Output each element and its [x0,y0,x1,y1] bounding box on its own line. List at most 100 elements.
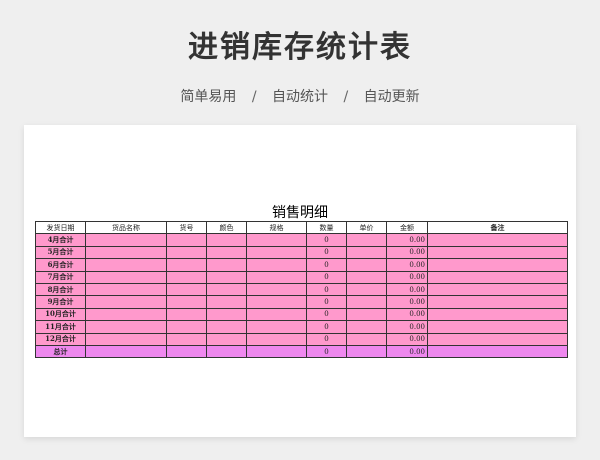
remarks-cell[interactable] [427,332,568,346]
cell[interactable] [346,258,387,272]
remarks-cell[interactable] [427,282,568,297]
cell[interactable] [346,344,387,359]
header-unit-price[interactable]: 单价 [346,220,387,235]
cell[interactable] [246,270,307,284]
cell[interactable] [85,245,167,260]
header-quantity[interactable]: 数量 [306,220,347,235]
row-label-cell[interactable]: 8月合计 [35,282,86,297]
quantity-cell[interactable]: 0 [306,270,347,284]
amount-cell[interactable]: 0.00 [386,307,428,322]
cell[interactable] [166,270,207,284]
cell[interactable] [85,344,167,359]
cell[interactable] [346,270,387,284]
cell[interactable] [166,295,207,309]
header-spec[interactable]: 规格 [246,220,307,235]
amount-cell[interactable]: 0.00 [386,245,428,260]
row-label-cell[interactable]: 6月合计 [35,258,86,272]
remarks-cell[interactable] [427,344,568,359]
cell[interactable] [246,344,307,359]
remarks-cell[interactable] [427,245,568,260]
cell[interactable] [346,332,387,346]
cell[interactable] [346,282,387,297]
cell[interactable] [206,270,247,284]
cell[interactable] [246,233,307,247]
remarks-cell[interactable] [427,307,568,322]
table-row: 7月合计 0 0.00 [35,270,568,284]
cell[interactable] [246,320,307,334]
quantity-cell[interactable]: 0 [306,320,347,334]
cell[interactable] [346,307,387,322]
cell[interactable] [346,245,387,260]
cell[interactable] [206,245,247,260]
cell[interactable] [246,295,307,309]
quantity-cell[interactable]: 0 [306,245,347,260]
cell[interactable] [246,307,307,322]
cell[interactable] [166,258,207,272]
total-amount-cell[interactable]: 0.00 [386,344,428,359]
cell[interactable] [85,320,167,334]
cell[interactable] [166,320,207,334]
header-color[interactable]: 颜色 [206,220,247,235]
cell[interactable] [246,332,307,346]
cell[interactable] [85,307,167,322]
header-amount[interactable]: 金额 [386,220,428,235]
cell[interactable] [206,320,247,334]
remarks-cell[interactable] [427,233,568,247]
quantity-cell[interactable]: 0 [306,258,347,272]
cell[interactable] [346,295,387,309]
quantity-cell[interactable]: 0 [306,295,347,309]
cell[interactable] [85,295,167,309]
header-product-name[interactable]: 货品名称 [85,220,167,235]
remarks-cell[interactable] [427,295,568,309]
row-label-cell[interactable]: 11月合计 [35,320,86,334]
cell[interactable] [246,282,307,297]
cell[interactable] [206,295,247,309]
amount-cell[interactable]: 0.00 [386,320,428,334]
amount-cell[interactable]: 0.00 [386,258,428,272]
remarks-cell[interactable] [427,258,568,272]
cell[interactable] [166,307,207,322]
cell[interactable] [166,344,207,359]
cell[interactable] [206,282,247,297]
cell[interactable] [85,258,167,272]
amount-cell[interactable]: 0.00 [386,332,428,346]
cell[interactable] [166,233,207,247]
remarks-cell[interactable] [427,270,568,284]
quantity-cell[interactable]: 0 [306,332,347,346]
row-label-cell[interactable]: 9月合计 [35,295,86,309]
row-label-cell[interactable]: 12月合计 [35,332,86,346]
remarks-cell[interactable] [427,320,568,334]
cell[interactable] [346,320,387,334]
amount-cell[interactable]: 0.00 [386,233,428,247]
quantity-cell[interactable]: 0 [306,307,347,322]
cell[interactable] [85,332,167,346]
header-ship-date[interactable]: 发货日期 [35,220,86,235]
header-remarks[interactable]: 备注 [427,220,568,235]
row-label-cell[interactable]: 4月合计 [35,233,86,247]
cell[interactable] [206,233,247,247]
amount-cell[interactable]: 0.00 [386,270,428,284]
total-quantity-cell[interactable]: 0 [306,344,347,359]
cell[interactable] [166,245,207,260]
cell[interactable] [206,307,247,322]
header-item-no[interactable]: 货号 [166,220,207,235]
row-label-cell[interactable]: 5月合计 [35,245,86,260]
row-label-cell[interactable]: 7月合计 [35,270,86,284]
amount-cell[interactable]: 0.00 [386,282,428,297]
cell[interactable] [166,332,207,346]
cell[interactable] [246,258,307,272]
cell[interactable] [206,332,247,346]
cell[interactable] [166,282,207,297]
total-label-cell[interactable]: 总计 [35,344,86,359]
row-label-cell[interactable]: 10月合计 [35,307,86,322]
cell[interactable] [85,282,167,297]
cell[interactable] [346,233,387,247]
cell[interactable] [246,245,307,260]
cell[interactable] [85,270,167,284]
quantity-cell[interactable]: 0 [306,233,347,247]
amount-cell[interactable]: 0.00 [386,295,428,309]
cell[interactable] [85,233,167,247]
quantity-cell[interactable]: 0 [306,282,347,297]
cell[interactable] [206,344,247,359]
cell[interactable] [206,258,247,272]
